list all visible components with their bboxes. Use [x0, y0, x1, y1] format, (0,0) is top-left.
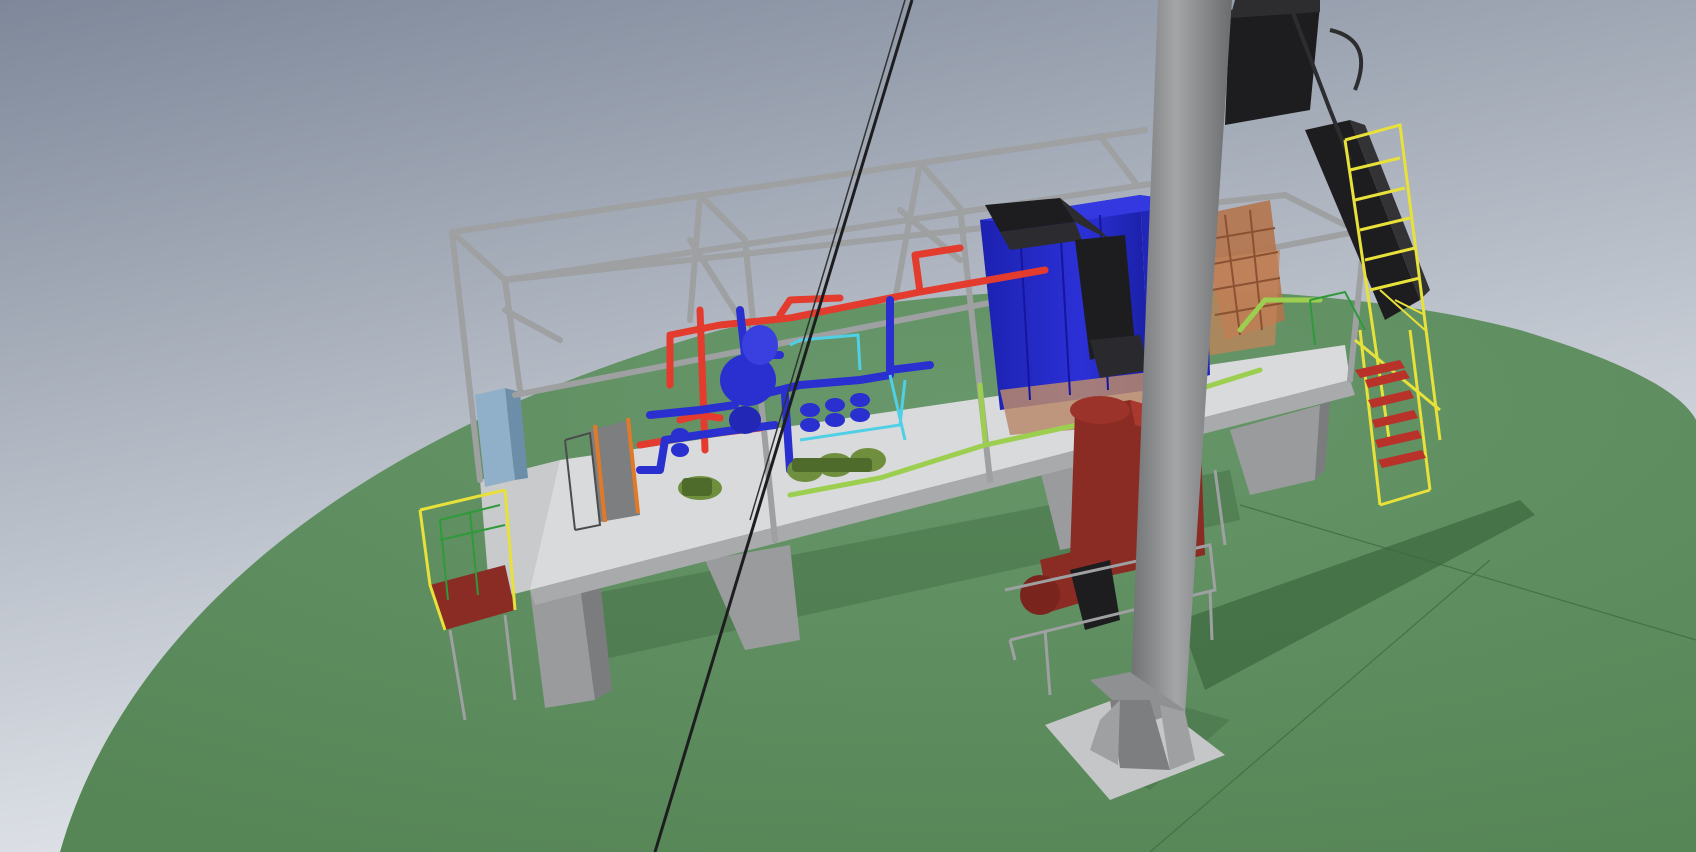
scene-canvas[interactable] [0, 0, 1696, 852]
3d-viewport[interactable] [0, 0, 1696, 852]
